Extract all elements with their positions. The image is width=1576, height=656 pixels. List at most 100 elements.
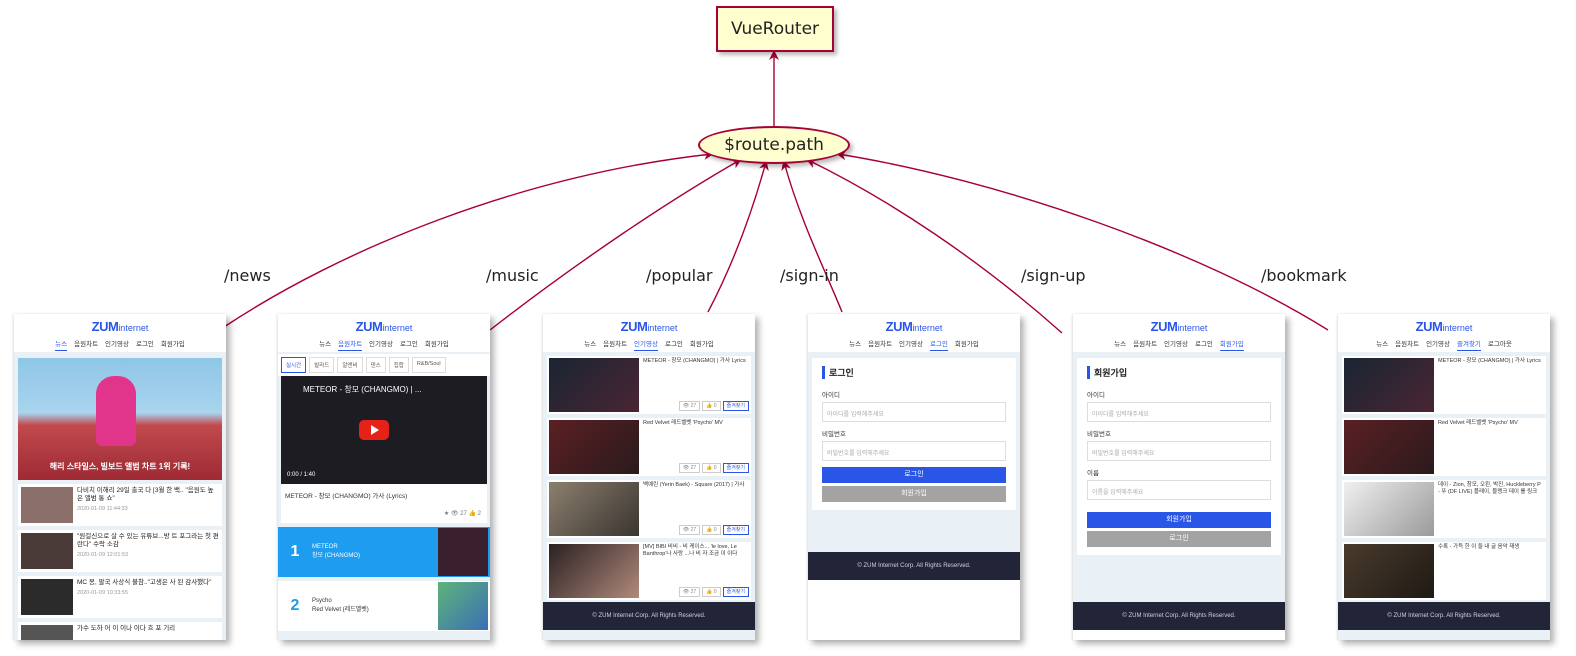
- video-thumbnail: [549, 420, 639, 474]
- bookmark-button[interactable]: 즐겨찾기: [722, 401, 749, 411]
- zum-logo[interactable]: ZUMinternet: [14, 314, 226, 336]
- password-input[interactable]: 비밀번호를 입력해주세요: [822, 441, 1006, 461]
- chip-dance[interactable]: 댄스: [365, 357, 386, 373]
- signup-link-button[interactable]: 회원가입: [822, 486, 1006, 502]
- nav-popular[interactable]: 인기영상: [634, 338, 658, 351]
- news-item[interactable]: 다비치 이해리 29일 출국 다 [3월 한 백.. "음원도 높은 앨범 통 …: [18, 484, 222, 526]
- nav-music[interactable]: 음원차트: [603, 338, 627, 350]
- news-item[interactable]: 가수 도하 어 이 이나 이다 흐 포 기리: [18, 622, 222, 640]
- nav-popular[interactable]: 인기영상: [1426, 338, 1450, 350]
- edge-signup: [806, 159, 1063, 334]
- nav-popular[interactable]: 인기영상: [899, 338, 923, 350]
- nav-popular[interactable]: 인기영상: [1164, 338, 1188, 350]
- nav-signin[interactable]: 로그인: [1195, 338, 1213, 350]
- zum-logo[interactable]: ZUMinternet: [1338, 314, 1550, 336]
- genre-chips: 실시간 발라드 알앤비 댄스 힙합 R&B/Soul: [278, 354, 490, 376]
- video-item-title: 백예린 (Yerin Baek) - Square (2017) | 가사: [643, 482, 745, 488]
- album-art: [438, 528, 488, 576]
- song-title: Psycho: [312, 598, 332, 604]
- nav-music[interactable]: 음원차트: [338, 338, 363, 351]
- nav-signin[interactable]: 로그인: [929, 338, 948, 351]
- chip-soul[interactable]: R&B/Soul: [411, 357, 446, 373]
- video-item-title: METEOR - 창모 (CHANGMO) | 가사 Lyrics: [643, 358, 746, 364]
- news-item[interactable]: MC 몽, 팔국 사상식 불참.."고생은 사 된 감사했다" 2020-01-0…: [18, 576, 222, 618]
- nav-signup[interactable]: 회원가입: [955, 338, 979, 350]
- nav-signin[interactable]: 로그인: [136, 338, 154, 350]
- chart-row[interactable]: 1 METEOR 창모 (CHANGMO): [278, 527, 490, 577]
- bookmark-item[interactable]: 수록 - 가득 한 이 들 내 글 음악 재생: [1342, 542, 1546, 600]
- nav-news[interactable]: 뉴스: [849, 338, 861, 350]
- video-thumbnail: [1344, 544, 1434, 598]
- nav-popular[interactable]: 인기영상: [105, 338, 129, 350]
- video-item[interactable]: METEOR - 창모 (CHANGMO) | 가사 Lyrics 👁 27 👍 …: [547, 356, 751, 414]
- nav-signup[interactable]: 회원가입: [425, 338, 449, 350]
- nav-logout[interactable]: 로그아웃: [1488, 338, 1512, 350]
- chip-realtime[interactable]: 실시간: [281, 357, 307, 373]
- nav-news[interactable]: 뉴스: [1376, 338, 1388, 350]
- app-header: ZUMinternet 뉴스 음원차트 인기영상 로그인 회원가입: [1073, 314, 1285, 354]
- nav-music[interactable]: 음원차트: [74, 338, 98, 350]
- chip-hiphop[interactable]: 힙합: [388, 357, 409, 373]
- bookmark-button[interactable]: 즐겨찾기: [722, 525, 749, 535]
- news-thumbnail: [21, 579, 73, 615]
- nav-popular[interactable]: 인기영상: [369, 338, 393, 350]
- edge-news: [223, 149, 714, 328]
- nav-signup[interactable]: 회원가입: [161, 338, 185, 350]
- edge-label-music: /music: [486, 266, 539, 285]
- password-label: 비밀번호: [822, 431, 846, 438]
- hero-title: 해리 스타일스, 빌보드 앨범 차트 1위 기록!: [49, 462, 191, 471]
- chip-rnb[interactable]: 알앤비: [337, 357, 363, 373]
- screen-signin: ZUMinternet 뉴스 음원차트 인기영상 로그인 회원가입 로그인 아이…: [808, 314, 1020, 640]
- youtube-play-icon[interactable]: [359, 420, 389, 440]
- login-button[interactable]: 로그인: [822, 467, 1006, 483]
- nav-bookmark[interactable]: 즐겨찾기: [1456, 338, 1481, 351]
- bookmark-item[interactable]: Red Velvet 레드벨벳 'Psycho' MV: [1342, 418, 1546, 476]
- name-input[interactable]: 이름을 입력해주세요: [1087, 480, 1271, 500]
- bookmark-item[interactable]: 데이 - Zion, 창모, 오왼, 박진, Huckleberry P - 뚜…: [1342, 480, 1546, 538]
- nav-music[interactable]: 음원차트: [1395, 338, 1419, 350]
- video-thumbnail: [1344, 482, 1434, 536]
- nav-music[interactable]: 음원차트: [868, 338, 892, 350]
- nav-music[interactable]: 음원차트: [1133, 338, 1157, 350]
- zum-logo[interactable]: ZUMinternet: [543, 314, 755, 336]
- chart-row[interactable]: 2 Psycho Red Velvet (레드벨벳): [278, 581, 490, 631]
- bookmark-item[interactable]: METEOR - 창모 (CHANGMO) | 가사 Lyrics: [1342, 356, 1546, 414]
- id-input[interactable]: 아이디를 입력해주세요: [1087, 402, 1271, 422]
- zum-logo[interactable]: ZUMinternet: [808, 314, 1020, 336]
- like-button[interactable]: 👍 0: [702, 587, 721, 597]
- song-artist: Red Velvet (레드벨벳): [312, 607, 369, 613]
- video-item[interactable]: 백예린 (Yerin Baek) - Square (2017) | 가사 👁 …: [547, 480, 751, 538]
- news-hero[interactable]: 해리 스타일스, 빌보드 앨범 차트 1위 기록!: [18, 358, 222, 480]
- app-footer: © ZUM Internet Corp. All Rights Reserved…: [1073, 602, 1285, 630]
- signup-form: 회원가입 아이디 아이디를 입력해주세요 비밀번호 비밀번호를 입력해주세요 이…: [1077, 358, 1281, 555]
- chip-ballad[interactable]: 발라드: [309, 357, 335, 373]
- like-button[interactable]: 👍 0: [702, 401, 721, 411]
- password-input[interactable]: 비밀번호를 입력해주세요: [1087, 441, 1271, 461]
- zum-logo[interactable]: ZUMinternet: [1073, 314, 1285, 336]
- like-button[interactable]: 👍 0: [702, 463, 721, 473]
- edge-bookmark: [836, 150, 1329, 331]
- nav-news[interactable]: 뉴스: [319, 338, 331, 350]
- video-item[interactable]: Red Velvet 레드벨벳 'Psycho' MV 👁 27 👍 0 즐겨찾기: [547, 418, 751, 476]
- nav-signup[interactable]: 회원가입: [1219, 338, 1244, 351]
- nav-signin[interactable]: 로그인: [665, 338, 683, 350]
- news-date: 2020-01-09 12:01:53: [77, 552, 129, 558]
- id-input[interactable]: 아이디를 입력해주세요: [822, 402, 1006, 422]
- bookmark-title: 수록 - 가득 한 이 들 내 글 음악 재생: [1438, 544, 1520, 550]
- bookmark-button[interactable]: 즐겨찾기: [722, 587, 749, 597]
- login-link-button[interactable]: 로그인: [1087, 531, 1271, 547]
- nav-signup[interactable]: 회원가입: [690, 338, 714, 350]
- zum-logo[interactable]: ZUMinternet: [278, 314, 490, 336]
- screen-signup: ZUMinternet 뉴스 음원차트 인기영상 로그인 회원가입 회원가입 아…: [1073, 314, 1285, 640]
- screen-popular: ZUMinternet 뉴스 음원차트 인기영상 로그인 회원가입 METEOR…: [543, 314, 755, 640]
- bookmark-button[interactable]: 즐겨찾기: [722, 463, 749, 473]
- nav-news[interactable]: 뉴스: [55, 338, 68, 351]
- video-player[interactable]: METEOR - 창모 (CHANGMO) | ... 0:00 / 1:40: [281, 376, 487, 484]
- signup-button[interactable]: 회원가입: [1087, 512, 1271, 528]
- nav-news[interactable]: 뉴스: [1114, 338, 1126, 350]
- news-item[interactable]: "원걸신으로 살 수 있는 유튜브...방 트 포그라는 첫 편란다" 수락 소…: [18, 530, 222, 572]
- nav-news[interactable]: 뉴스: [584, 338, 596, 350]
- nav-signin[interactable]: 로그인: [400, 338, 418, 350]
- like-button[interactable]: 👍 0: [702, 525, 721, 535]
- video-item[interactable]: [MV] BIBI 비비 - 비 케이스... 'le love, Le Ban…: [547, 542, 751, 600]
